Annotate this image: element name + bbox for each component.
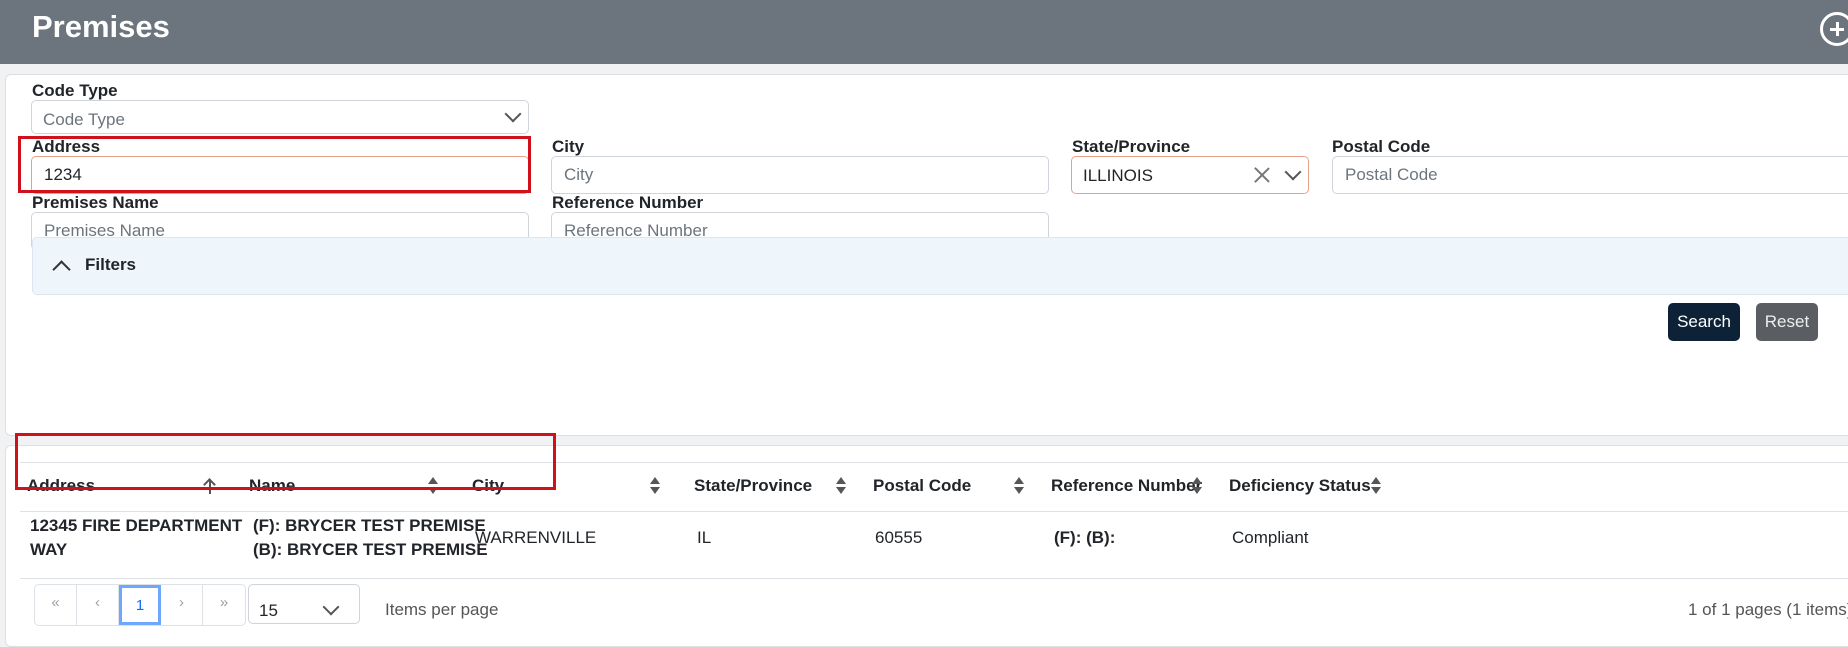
page-title: Premises [32,9,170,44]
column-header-reference[interactable]: Reference Number [1051,476,1202,496]
sort-icon[interactable] [1371,477,1381,495]
add-premise-icon[interactable] [1820,12,1848,46]
items-per-page-label: Items per page [385,600,499,619]
state-select[interactable]: ILLINOIS [1071,156,1309,194]
reference-number-label: Reference Number [552,193,704,212]
sort-icon[interactable] [1192,477,1202,495]
sort-icon[interactable] [428,477,438,495]
code-type-select[interactable]: Code Type [31,100,529,134]
previous-page-button[interactable]: ‹ [77,585,119,625]
chevron-down-icon[interactable] [1284,163,1302,181]
code-type-placeholder: Code Type [43,110,125,129]
cell-address-line2: WAY [30,540,68,559]
city-label: City [552,137,585,156]
address-label: Address [32,137,101,156]
cell-postal: 60555 [875,528,923,547]
sort-icon[interactable] [1014,477,1024,495]
code-type-label: Code Type [32,81,118,100]
postal-label: Postal Code [1332,137,1431,156]
state-label: State/Province [1072,137,1191,156]
cell-status: Compliant [1232,528,1309,547]
cell-reference: (F): (B): [1054,528,1116,547]
address-input[interactable] [31,156,529,194]
postal-input[interactable] [1332,156,1848,194]
cell-city: WARRENVILLE [475,528,597,547]
cell-address-line1: 12345 FIRE DEPARTMENT [30,516,243,535]
column-header-state[interactable]: State/Province [694,476,812,496]
page-header: Premises [0,0,1848,64]
next-page-button[interactable]: › [161,585,203,625]
page-1-button[interactable]: 1 [119,585,161,625]
pagination: « ‹ 1 › » [34,584,246,626]
sort-icon[interactable] [650,477,660,495]
cell-state: IL [697,528,712,547]
state-value: ILLINOIS [1083,166,1153,185]
clear-icon[interactable] [1254,167,1270,183]
search-button[interactable]: Search [1668,303,1740,341]
page-info: 1 of 1 pages (1 items) [1688,600,1848,619]
last-page-button[interactable]: » [203,585,245,625]
cell-name-line1: (F): BRYCER TEST PREMISE [253,516,486,535]
chevron-down-icon [504,105,522,123]
column-header-postal[interactable]: Postal Code [873,476,971,496]
chevron-down-icon [322,598,340,616]
chevron-up-icon [52,260,71,279]
column-header-address[interactable]: Address [27,476,95,496]
city-input[interactable] [551,156,1049,194]
column-header-name[interactable]: Name [249,476,295,496]
first-page-button[interactable]: « [35,585,77,625]
column-header-status[interactable]: Deficiency Status [1229,476,1371,496]
filters-toggle[interactable]: Filters [32,237,1848,295]
items-per-page-select[interactable]: 15 [248,584,360,624]
reset-button[interactable]: Reset [1756,303,1818,341]
items-per-page-value: 15 [259,601,278,620]
table-header: Address Name City State/Province Postal … [20,462,1848,512]
cell-name-line2: (B): BRYCER TEST PREMISE [253,540,488,559]
table-row[interactable]: 12345 FIRE DEPARTMENT WAY (F): BRYCER TE… [20,510,1848,579]
sort-icon[interactable] [836,477,846,495]
column-header-city[interactable]: City [472,476,504,496]
premises-name-label: Premises Name [32,193,159,212]
sort-ascending-icon[interactable] [203,477,217,495]
filters-label: Filters [85,255,137,274]
